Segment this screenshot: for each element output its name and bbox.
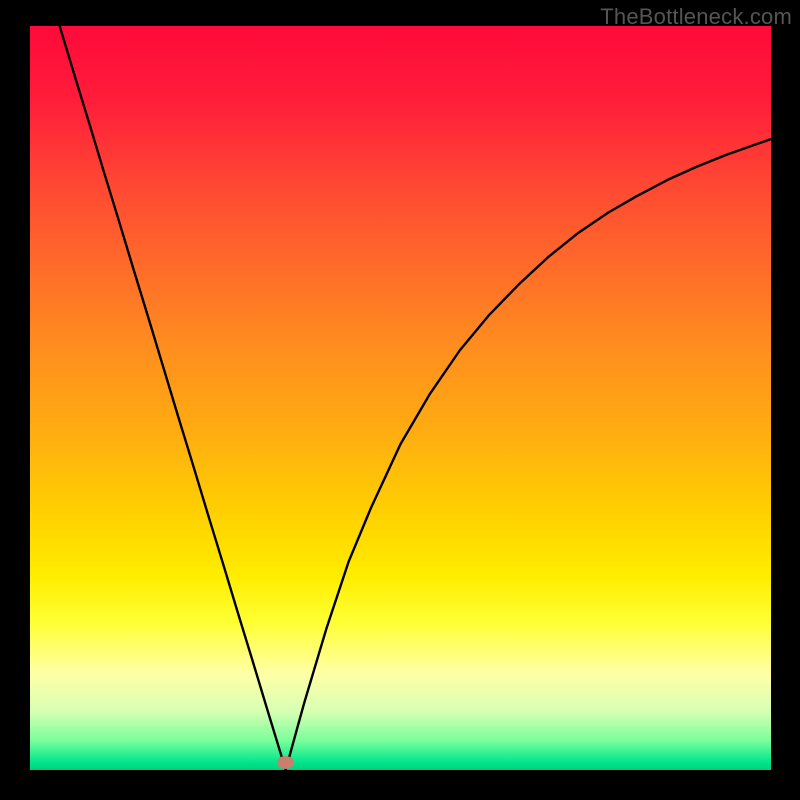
chart-container: TheBottleneck.com (0, 0, 800, 800)
curve-path (60, 26, 771, 770)
watermark-text: TheBottleneck.com (600, 4, 792, 30)
curve-layer (30, 26, 771, 770)
plot-area (30, 26, 771, 770)
